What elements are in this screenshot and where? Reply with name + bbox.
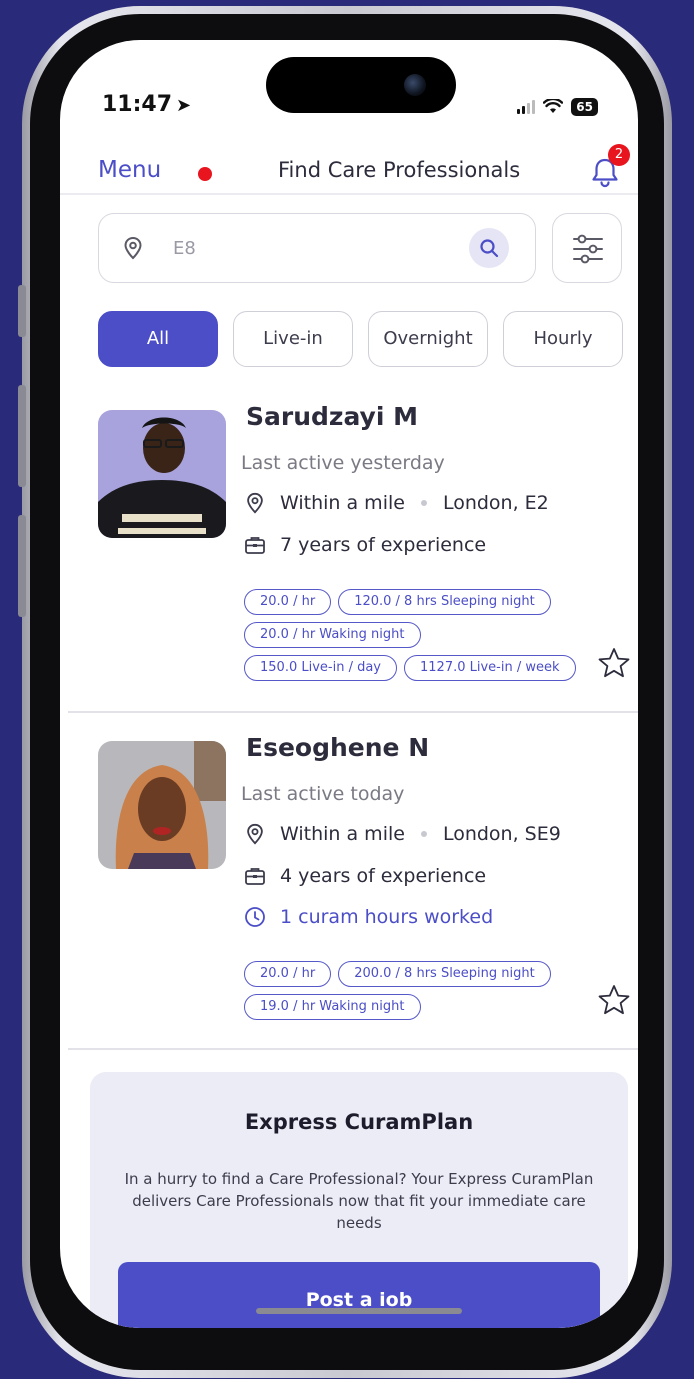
search-value: E8 — [173, 238, 196, 259]
post-job-button[interactable]: Post a iob — [118, 1262, 600, 1328]
professional-name[interactable]: Sarudzayi M — [246, 402, 418, 431]
camera-icon — [404, 74, 426, 96]
express-curamplan-panel: Express CuramPlan In a hurry to find a C… — [90, 1072, 628, 1328]
clock-icon — [245, 907, 265, 927]
experience-text: 7 years of experience — [280, 534, 487, 556]
distance-text: Within a mile — [280, 823, 405, 845]
card-divider — [68, 1048, 638, 1050]
favorite-star-icon[interactable] — [596, 646, 632, 680]
hours-worked-text: 1 curam hours worked — [280, 906, 494, 928]
rate-chip: 20.0 / hr Waking night — [244, 622, 421, 648]
home-indicator[interactable] — [256, 1308, 462, 1314]
avatar — [98, 410, 226, 538]
last-active-text: Last active yesterday — [241, 452, 445, 474]
filter-button[interactable] — [552, 213, 622, 283]
experience-text: 4 years of experience — [280, 865, 487, 887]
tab-overnight[interactable]: Overnight — [368, 311, 488, 367]
last-active-text: Last active today — [241, 783, 405, 805]
rate-chip: 1127.0 Live-in / week — [404, 655, 576, 681]
page-title: Find Care Professionals — [278, 158, 521, 182]
briefcase-icon — [245, 868, 265, 885]
rate-chip: 20.0 / hr — [244, 961, 332, 987]
card-divider — [68, 711, 638, 713]
search-input[interactable]: E8 — [98, 213, 536, 283]
location-text: London, SE9 — [442, 823, 561, 845]
location-pin-icon — [247, 823, 263, 845]
profile-photo — [98, 410, 226, 538]
location-pin-icon — [247, 492, 263, 514]
briefcase-icon — [245, 537, 265, 554]
express-description: In a hurry to find a Care Professional? … — [124, 1170, 594, 1232]
avatar — [98, 741, 226, 869]
location-pin-icon — [124, 236, 142, 260]
rate-chip: 19.0 / hr Waking night — [244, 994, 421, 1020]
menu-button[interactable]: Menu — [98, 157, 161, 183]
distance-row: Within a mile London, E2 — [244, 492, 549, 514]
rate-chip: 120.0 / 8 hrs Sleeping night — [338, 589, 551, 615]
location-arrow-icon: ➤ — [176, 95, 192, 116]
favorite-star-icon[interactable] — [596, 983, 632, 1017]
rate-chip: 20.0 / hr — [244, 589, 332, 615]
separator-dot — [420, 831, 427, 837]
volume-down-button — [18, 515, 26, 617]
express-title: Express CuramPlan — [244, 1110, 474, 1134]
mute-switch — [18, 285, 26, 337]
search-button[interactable] — [469, 228, 509, 268]
care-type-tabs: All Live-in Overnight Hourly — [98, 311, 623, 367]
notification-badge: 2 — [608, 144, 630, 166]
tab-hourly[interactable]: Hourly — [503, 311, 623, 367]
hours-worked-row: 1 curam hours worked — [244, 906, 493, 928]
menu-alert-dot — [198, 167, 212, 181]
sliders-icon — [573, 234, 603, 264]
profile-photo — [98, 741, 226, 869]
rate-chips: 20.0 / hr 120.0 / 8 hrs Sleeping night 2… — [244, 589, 584, 688]
distance-text: Within a mile — [280, 492, 405, 514]
experience-row: 4 years of experience — [244, 865, 486, 887]
top-navigation: Menu Find Care Professionals — [60, 145, 638, 195]
status-bar: 11:47 ➤ 65 — [60, 40, 638, 140]
rate-chip: 150.0 Live-in / day — [244, 655, 397, 681]
rate-chip: 200.0 / 8 hrs Sleeping night — [338, 961, 551, 987]
professional-name[interactable]: Eseoghene N — [246, 733, 429, 762]
status-indicators: 65 — [517, 98, 598, 116]
battery-indicator: 65 — [571, 98, 598, 116]
separator-dot — [420, 500, 427, 506]
signal-icon — [517, 100, 536, 114]
volume-up-button — [18, 385, 26, 487]
distance-row: Within a mile London, SE9 — [244, 823, 561, 845]
location-text: London, E2 — [442, 492, 549, 514]
tab-live-in[interactable]: Live-in — [233, 311, 353, 367]
experience-row: 7 years of experience — [244, 534, 486, 556]
status-time: 11:47 ➤ — [102, 92, 192, 117]
tab-all[interactable]: All — [98, 311, 218, 367]
search-icon — [480, 239, 499, 258]
wifi-icon — [543, 99, 564, 113]
app-screen: 11:47 ➤ 65 Menu Find Care Professionals 2 — [60, 40, 638, 1328]
rate-chips: 20.0 / hr 200.0 / 8 hrs Sleeping night 1… — [244, 961, 584, 1027]
dynamic-island — [266, 57, 456, 113]
